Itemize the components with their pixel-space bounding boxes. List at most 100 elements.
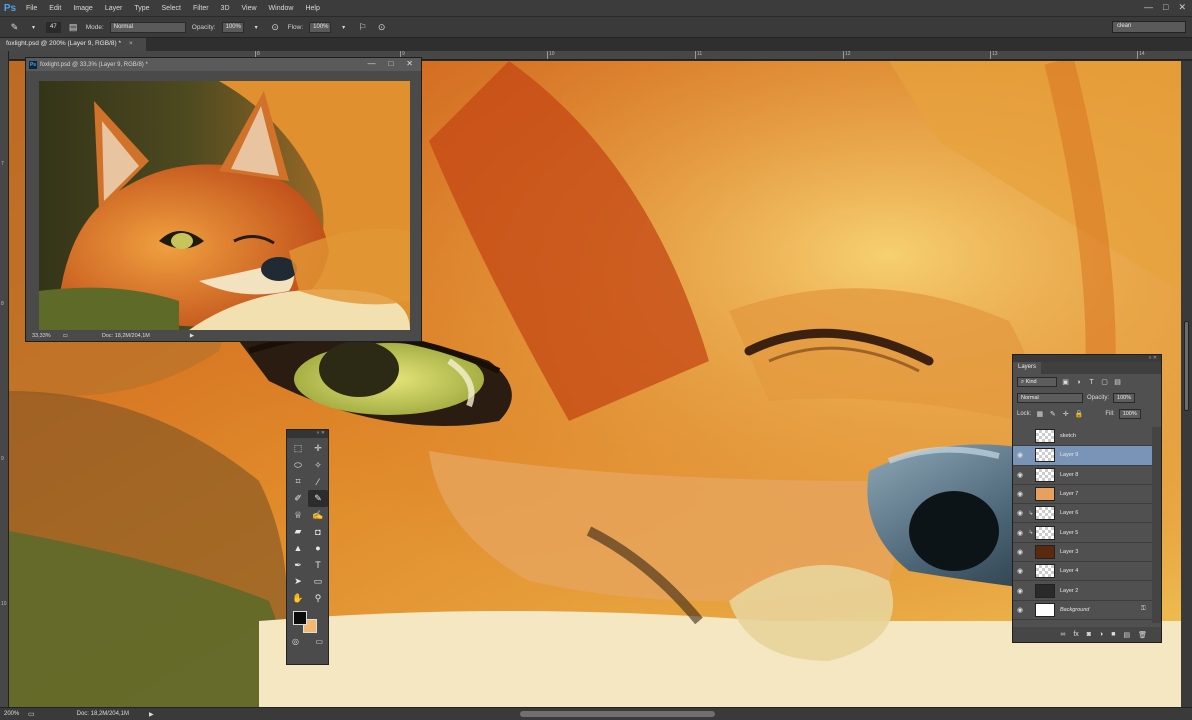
- layers-panel-header[interactable]: » ✕: [1013, 355, 1161, 362]
- layer-thumbnail[interactable]: [1035, 467, 1055, 482]
- quick-mask-icon[interactable]: ◎: [292, 637, 299, 646]
- magic-wand-icon[interactable]: ✧: [308, 457, 328, 474]
- blend-mode-select[interactable]: Normal: [1017, 393, 1083, 403]
- type-icon[interactable]: T: [308, 557, 328, 574]
- layer-name[interactable]: Layer 8: [1060, 472, 1153, 478]
- menu-help[interactable]: Help: [299, 5, 325, 12]
- visibility-eye-icon[interactable]: ◉: [1013, 509, 1027, 517]
- clone-stamp-icon[interactable]: ♕: [288, 507, 308, 524]
- layer-name[interactable]: Layer 4: [1060, 568, 1153, 574]
- pressure-size-icon[interactable]: ⊙: [375, 21, 388, 34]
- layer-row[interactable]: ◉ Layer 2: [1013, 581, 1153, 601]
- floating-zoom[interactable]: 33,33%: [32, 333, 51, 339]
- hand-icon[interactable]: ✋: [288, 590, 308, 607]
- brush-preset-icon[interactable]: ✎: [8, 21, 21, 34]
- zoom-level[interactable]: 200%: [0, 711, 28, 717]
- filter-type-icon[interactable]: T: [1087, 379, 1096, 386]
- layer-name[interactable]: Layer 5: [1060, 530, 1153, 536]
- tab-layers[interactable]: Layers: [1013, 362, 1042, 374]
- layer-name[interactable]: Layer 7: [1060, 491, 1153, 497]
- layer-name[interactable]: Layer 2: [1060, 588, 1153, 594]
- history-brush-icon[interactable]: ✍: [308, 507, 328, 524]
- brush-icon[interactable]: ✎: [308, 490, 328, 507]
- layer-name[interactable]: Layer 9: [1060, 452, 1153, 458]
- flow-input[interactable]: 100%: [309, 21, 332, 33]
- filter-pixel-icon[interactable]: ▣: [1061, 378, 1070, 386]
- layer-row[interactable]: ◉ ↳ Layer 6: [1013, 504, 1153, 524]
- layer-row[interactable]: ◉ Layer 7: [1013, 485, 1153, 505]
- layer-row[interactable]: ◉ Layer 9: [1013, 446, 1153, 466]
- layer-row[interactable]: ◉ Layer 8: [1013, 466, 1153, 485]
- menu-edit[interactable]: Edit: [43, 5, 67, 12]
- healing-brush-icon[interactable]: ✐: [288, 490, 308, 507]
- path-select-icon[interactable]: ➤: [288, 574, 308, 591]
- layer-thumbnail[interactable]: [1035, 602, 1055, 617]
- move-icon[interactable]: ✛: [308, 440, 328, 457]
- visibility-eye-icon[interactable]: ◉: [1013, 451, 1027, 459]
- close-button[interactable]: ✕: [1178, 2, 1186, 13]
- menu-filter[interactable]: Filter: [187, 5, 215, 12]
- layer-thumbnail[interactable]: [1035, 506, 1055, 521]
- floating-window-titlebar[interactable]: Ps foxlight.psd @ 33,3% (Layer 9, RGB/8)…: [26, 58, 421, 71]
- visibility-eye-icon[interactable]: ◉: [1013, 529, 1027, 537]
- new-layer-icon[interactable]: ▤: [1123, 631, 1130, 639]
- screen-mode-icon[interactable]: ▭: [315, 637, 323, 646]
- close-tab-icon[interactable]: ×: [129, 40, 133, 47]
- adjustment-layer-icon[interactable]: ◑: [1099, 631, 1103, 638]
- lock-pixels-icon[interactable]: ✎: [1048, 410, 1057, 418]
- lock-transparency-icon[interactable]: ▦: [1035, 410, 1044, 418]
- lock-position-icon[interactable]: ✛: [1061, 410, 1070, 418]
- horizontal-scrollbar[interactable]: [520, 711, 715, 717]
- visibility-eye-icon[interactable]: ◉: [1013, 548, 1027, 556]
- maximize-button[interactable]: □: [1163, 2, 1168, 13]
- chevron-down-icon[interactable]: ▾: [250, 21, 263, 34]
- chevron-down-icon[interactable]: ▾: [337, 21, 350, 34]
- minimize-icon[interactable]: —: [367, 59, 375, 68]
- layer-thumbnail[interactable]: [1035, 429, 1055, 444]
- visibility-eye-icon[interactable]: ◉: [1013, 606, 1027, 614]
- blur-icon[interactable]: ▲: [288, 540, 308, 557]
- layer-opacity-input[interactable]: 100%: [1113, 393, 1136, 403]
- close-icon[interactable]: ✕: [406, 59, 413, 68]
- paint-bucket-icon[interactable]: ◘: [308, 523, 328, 540]
- new-group-icon[interactable]: ■: [1111, 631, 1115, 638]
- layer-thumbnail[interactable]: [1035, 564, 1055, 579]
- brush-panel-icon[interactable]: ▤: [67, 21, 80, 34]
- filter-kind-select[interactable]: ⌕ Kind: [1017, 377, 1057, 387]
- delete-layer-icon[interactable]: 🗑: [1138, 631, 1147, 639]
- menu-file[interactable]: File: [20, 5, 43, 12]
- layer-thumbnail[interactable]: [1035, 525, 1055, 540]
- crop-icon[interactable]: ⌗: [288, 473, 308, 490]
- layer-thumbnail[interactable]: [1035, 544, 1055, 559]
- menu-view[interactable]: View: [236, 5, 263, 12]
- floating-document-window[interactable]: Ps foxlight.psd @ 33,3% (Layer 9, RGB/8)…: [25, 57, 422, 342]
- airbrush-icon[interactable]: ⚐: [356, 21, 369, 34]
- minimize-button[interactable]: —: [1144, 2, 1153, 13]
- shape-icon[interactable]: ▭: [308, 574, 328, 591]
- opacity-input[interactable]: 100%: [221, 21, 244, 33]
- layer-style-icon[interactable]: fx: [1073, 631, 1078, 638]
- layer-row[interactable]: ◉ Background ⚿: [1013, 601, 1153, 620]
- marquee-icon[interactable]: ⬚: [288, 440, 308, 457]
- lasso-icon[interactable]: ⬭: [288, 457, 308, 474]
- floating-canvas[interactable]: [39, 81, 410, 330]
- link-layers-icon[interactable]: ∞: [1060, 631, 1065, 638]
- layers-scrollbar[interactable]: [1152, 427, 1161, 623]
- layer-thumbnail[interactable]: [1035, 583, 1055, 598]
- visibility-eye-icon[interactable]: ◉: [1013, 471, 1027, 479]
- maximize-icon[interactable]: □: [388, 59, 393, 68]
- pen-icon[interactable]: ✒: [288, 557, 308, 574]
- visibility-eye-icon[interactable]: ◉: [1013, 567, 1027, 575]
- add-mask-icon[interactable]: ◙: [1087, 631, 1091, 638]
- menu-layer[interactable]: Layer: [99, 5, 129, 12]
- vertical-scrollbar[interactable]: [1181, 61, 1192, 707]
- workspace-select[interactable]: clean: [1112, 21, 1186, 33]
- visibility-eye-icon[interactable]: ◉: [1013, 587, 1027, 595]
- fill-input[interactable]: 100%: [1118, 409, 1141, 419]
- play-arrow-icon[interactable]: ▶: [149, 711, 154, 718]
- menu-type[interactable]: Type: [128, 5, 155, 12]
- layer-name[interactable]: Layer 3: [1060, 549, 1153, 555]
- zoom-icon[interactable]: ⚲: [308, 590, 328, 607]
- layer-row[interactable]: ◉ Layer 4: [1013, 562, 1153, 582]
- layer-thumbnail[interactable]: [1035, 487, 1055, 502]
